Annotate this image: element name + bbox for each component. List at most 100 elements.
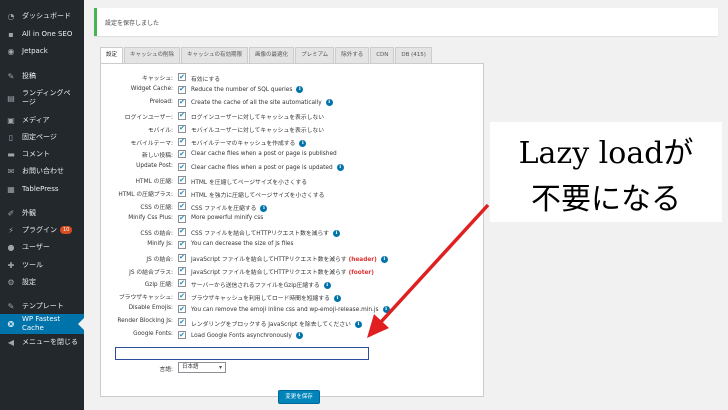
sidebar-item-templates[interactable]: ✎ テンプレート bbox=[0, 296, 84, 316]
sidebar-item-label: メニューを閉じる bbox=[22, 337, 78, 346]
setting-checkbox[interactable]: ✔ bbox=[178, 176, 186, 185]
setting-checkbox[interactable]: ✔ bbox=[178, 111, 186, 120]
tab-cache-timeout[interactable]: キャッシュの有効期限 bbox=[181, 47, 249, 63]
sidebar-item-landing-page[interactable]: ▤ ランディングページ bbox=[0, 85, 84, 111]
setting-label: JS の結合: bbox=[146, 256, 173, 263]
setting-checkbox[interactable]: ✔ bbox=[178, 266, 186, 275]
setting-row: CSS の結合: ✔ CSS ファイルを結合してHTTPリクエスト数を減らす i bbox=[101, 227, 485, 238]
tab-premium[interactable]: プレミアム bbox=[295, 47, 335, 63]
setting-checkbox[interactable]: ✔ bbox=[178, 189, 186, 198]
sidebar-item-label: All in One SEO bbox=[22, 29, 73, 38]
sidebar-item-posts[interactable]: ✎ 投稿 bbox=[0, 66, 84, 86]
setting-row: JS の結合: ✔ JavaScript ファイルを結合してHTTPリクエスト数を減… bbox=[101, 253, 485, 264]
setting-description-text: You can remove the emoji inline css and … bbox=[191, 306, 379, 313]
setting-description: ブラウザキャッシュを利用してロード時間を短縮する i bbox=[191, 293, 341, 302]
info-icon[interactable]: i bbox=[333, 294, 341, 302]
setting-checkbox[interactable]: ✔ bbox=[178, 73, 186, 81]
tab-image-optimization[interactable]: 画像の最適化 bbox=[249, 47, 295, 63]
landing-page-icon: ▤ bbox=[7, 93, 15, 103]
info-icon[interactable]: i bbox=[325, 99, 333, 107]
setting-checkbox[interactable]: ✔ bbox=[178, 124, 186, 133]
language-label: 言語: bbox=[159, 367, 173, 373]
setting-description: You can remove the emoji inline css and … bbox=[191, 305, 390, 313]
setting-description-text: HTML を強力に圧縮してページサイズを小さくする bbox=[191, 192, 325, 199]
settings-tabs: 設定 キャッシュの削除 キャッシュの有効期限 画像の最適化 プレミアム 除外する… bbox=[100, 47, 433, 64]
setting-description-text: CSS ファイルを圧縮する bbox=[191, 205, 257, 212]
setting-description: Clear cache files when a post or page is… bbox=[191, 151, 337, 157]
setting-checkbox[interactable]: ✔ bbox=[178, 150, 186, 159]
admin-sidebar: ◔ ダッシュボード ▪ All in One SEO ◉ Jetpack ✎ 投稿 ▤ ラ… bbox=[0, 0, 84, 410]
setting-checkbox[interactable]: ✔ bbox=[178, 292, 186, 301]
all-in-one-seo-icon: ▪ bbox=[8, 29, 14, 39]
setting-label: Widget Cache: bbox=[130, 85, 173, 92]
setting-description-text: モバイルユーザーに対してキャッシュを表示しない bbox=[191, 128, 325, 135]
info-icon[interactable]: i bbox=[260, 204, 268, 212]
setting-checkbox[interactable]: ✔ bbox=[178, 279, 186, 288]
tab-exclude[interactable]: 除外する bbox=[335, 47, 370, 63]
setting-checkbox[interactable]: ✔ bbox=[178, 137, 186, 146]
comment-icon: ▬ bbox=[7, 149, 15, 159]
setting-checkbox[interactable]: ✔ bbox=[178, 214, 186, 223]
setting-checkbox[interactable]: ✔ bbox=[178, 253, 186, 262]
save-changes-button[interactable]: 変更を保存 bbox=[278, 390, 320, 404]
setting-checkbox[interactable]: ✔ bbox=[178, 305, 186, 314]
sidebar-item-collapse-menu[interactable]: ◀ メニューを閉じる bbox=[0, 332, 84, 352]
info-icon[interactable]: i bbox=[296, 86, 304, 94]
setting-description-text: More powerful minify css bbox=[191, 215, 264, 222]
pin-icon: ✎ bbox=[7, 71, 15, 81]
setting-row: CSS の圧縮: ✔ CSS ファイルを圧縮する i bbox=[101, 201, 485, 212]
setting-checkbox[interactable]: ✔ bbox=[178, 227, 186, 236]
settings-icon: ⚙ bbox=[7, 277, 15, 287]
setting-label: モバイル: bbox=[147, 127, 173, 134]
setting-checkbox[interactable]: ✔ bbox=[178, 331, 186, 339]
info-icon[interactable]: i bbox=[380, 256, 388, 264]
tab-cdn[interactable]: CDN bbox=[370, 47, 395, 63]
setting-description: More powerful minify css bbox=[191, 215, 263, 221]
plugin-icon: ⚡ bbox=[8, 225, 14, 235]
table-icon: ▦ bbox=[7, 184, 15, 194]
setting-position-note: (header) bbox=[348, 257, 377, 264]
tab-settings[interactable]: 設定 bbox=[100, 47, 124, 64]
setting-description-text: ログインユーザーに対してキャッシュを表示しない bbox=[191, 115, 325, 122]
setting-checkbox[interactable]: ✔ bbox=[178, 202, 186, 210]
setting-label: Minify Js: bbox=[147, 240, 173, 247]
info-icon[interactable]: i bbox=[382, 305, 390, 313]
info-icon[interactable]: i bbox=[299, 140, 307, 147]
sidebar-item-tablepress[interactable]: ▦ TablePress bbox=[0, 179, 84, 199]
setting-label: Minify Css Plus: bbox=[128, 214, 173, 221]
language-select[interactable]: 日本語 bbox=[178, 362, 226, 373]
sidebar-item-label: 固定ページ bbox=[22, 132, 57, 141]
setting-row: Update Post: ✔ Clear cache files when a po… bbox=[101, 162, 485, 173]
info-icon[interactable]: i bbox=[354, 320, 362, 328]
info-icon[interactable]: i bbox=[332, 230, 340, 238]
info-icon[interactable]: i bbox=[295, 331, 303, 339]
setting-checkbox[interactable]: ✔ bbox=[178, 85, 186, 94]
sidebar-item-users[interactable]: ● ユーザー bbox=[0, 237, 84, 257]
setting-row: ログインユーザー: ✔ ログインユーザーに対してキャッシュを表示しない bbox=[101, 111, 485, 122]
info-icon[interactable]: i bbox=[336, 163, 344, 171]
sidebar-item-jetpack[interactable]: ◉ Jetpack bbox=[0, 41, 84, 61]
setting-checkbox[interactable]: ✔ bbox=[178, 240, 186, 249]
setting-row: キャッシュ: ✔ 有効にする bbox=[101, 72, 485, 83]
setting-description: JavaScript ファイルを結合してHTTPリクエスト数を減らす (foote… bbox=[191, 267, 374, 276]
setting-checkbox[interactable]: ✔ bbox=[178, 163, 186, 172]
settings-form: キャッシュ: ✔ 有効にする Widget Cache: ✔ Reduce the num… bbox=[100, 63, 485, 404]
sidebar-item-dashboard[interactable]: ◔ ダッシュボード bbox=[0, 6, 84, 26]
setting-description: Load Google Fonts asynchronously i bbox=[191, 331, 303, 339]
setting-row: Gzip 圧縮: ✔ サーバーから送信されるファイルをGzip圧縮する i bbox=[101, 278, 485, 289]
tab-delete-cache[interactable]: キャッシュの削除 bbox=[124, 47, 181, 63]
info-icon[interactable]: i bbox=[323, 281, 331, 289]
setting-checkbox[interactable]: ✔ bbox=[178, 98, 186, 107]
settings-saved-notice: 設定を保存しました bbox=[94, 8, 718, 36]
sidebar-item-label: 外観 bbox=[22, 208, 36, 217]
setting-row: Disable Emojis: ✔ You can remove the emoji… bbox=[101, 304, 485, 315]
sidebar-item-settings[interactable]: ⚙ 設定 bbox=[0, 272, 84, 292]
setting-description-text: HTML を圧縮してページサイズを小さくする bbox=[191, 179, 308, 186]
setting-label: ブラウザキャッシュ: bbox=[118, 295, 173, 302]
setting-description: Clear cache files when a post or page is… bbox=[191, 163, 344, 171]
tab-db[interactable]: DB (415) bbox=[395, 47, 432, 63]
sidebar-item-contact[interactable]: ✉ お問い合わせ bbox=[0, 161, 84, 181]
sidebar-item-wp-fastest-cache[interactable]: ❂ WP Fastest Cache bbox=[0, 314, 84, 334]
setting-checkbox[interactable]: ✔ bbox=[178, 318, 186, 327]
sidebar-item-label: WP Fastest Cache bbox=[21, 315, 61, 332]
